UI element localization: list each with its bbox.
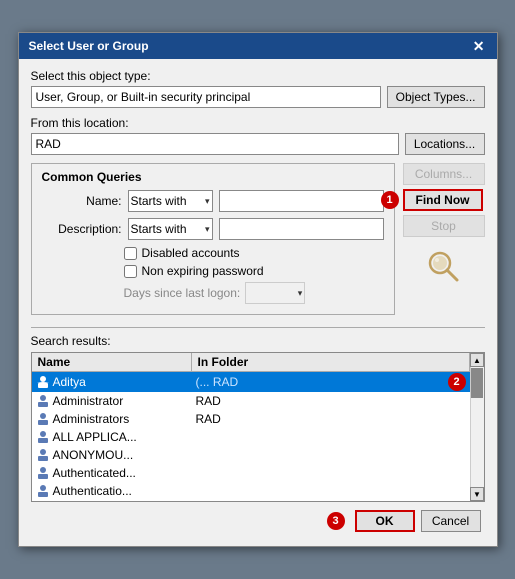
disabled-accounts-label: Disabled accounts	[142, 246, 240, 260]
desc-combo[interactable]: Starts with ▾	[128, 218, 213, 240]
non-expiring-checkbox[interactable]	[124, 265, 137, 278]
row-name: Administrators	[32, 411, 192, 427]
row-name: Authenticatio...	[32, 483, 192, 499]
object-type-label: Select this object type:	[31, 69, 485, 83]
row-name: Administrator	[32, 393, 192, 409]
days-label: Days since last logon:	[124, 286, 241, 300]
badge-3: 3	[327, 512, 345, 530]
row-name: ANONYMOU...	[32, 447, 192, 463]
user-icon	[36, 484, 50, 498]
search-icon-area	[403, 249, 485, 285]
stop-button[interactable]: Stop	[403, 215, 485, 237]
find-icon	[426, 249, 462, 285]
table-row[interactable]: Administrators RAD	[32, 410, 470, 428]
location-row: Locations...	[31, 133, 485, 155]
find-now-wrapper: 1 Find Now	[403, 189, 485, 211]
row-folder	[192, 472, 470, 474]
description-label: Description:	[42, 222, 122, 236]
user-icon	[36, 412, 50, 426]
results-inner: Name In Folder Aditya (... RAD 2	[32, 353, 470, 501]
object-type-row: Object Types...	[31, 86, 485, 108]
locations-button[interactable]: Locations...	[405, 133, 485, 155]
row-folder: RAD	[192, 393, 470, 409]
days-combo-arrow: ▾	[298, 288, 303, 299]
select-user-dialog: Select User or Group ✕ Select this objec…	[18, 32, 498, 547]
scroll-thumb[interactable]	[471, 368, 483, 398]
common-queries-group: Common Queries Name: Starts with ▾ Descr…	[31, 163, 395, 315]
find-now-button[interactable]: Find Now	[403, 189, 483, 211]
table-row[interactable]: ANONYMOU...	[32, 446, 470, 464]
row-folder: (... RAD	[192, 374, 444, 390]
non-expiring-label: Non expiring password	[142, 264, 264, 278]
row-name: Aditya	[32, 374, 192, 390]
title-bar: Select User or Group ✕	[19, 33, 497, 59]
results-table[interactable]: Name In Folder Aditya (... RAD 2	[31, 352, 485, 502]
name-input[interactable]	[219, 190, 384, 212]
non-expiring-row: Non expiring password	[124, 264, 384, 278]
results-header: Name In Folder	[32, 353, 470, 372]
row-folder	[192, 436, 470, 438]
location-input[interactable]	[31, 133, 399, 155]
scroll-down-button[interactable]: ▼	[470, 487, 484, 501]
table-row[interactable]: BATCH	[32, 500, 470, 501]
search-results-area: Search results: Name In Folder Aditya	[31, 327, 485, 502]
badge-1: 1	[381, 191, 399, 209]
table-row[interactable]: Aditya (... RAD 2	[32, 372, 470, 392]
columns-button[interactable]: Columns...	[403, 163, 485, 185]
col-name-header: Name	[32, 353, 192, 371]
row-name: ALL APPLICA...	[32, 429, 192, 445]
row-folder	[192, 490, 470, 492]
name-label: Name:	[42, 194, 122, 208]
row-folder	[192, 454, 470, 456]
days-row: Days since last logon: ▾	[124, 282, 384, 304]
dialog-title: Select User or Group	[29, 39, 149, 53]
search-results-label: Search results:	[31, 334, 485, 348]
object-type-input[interactable]	[31, 86, 381, 108]
description-input[interactable]	[219, 218, 384, 240]
bottom-buttons: 3 OK Cancel	[31, 502, 485, 536]
row-name: Authenticated...	[32, 465, 192, 481]
user-icon	[36, 394, 50, 408]
table-row[interactable]: Administrator RAD	[32, 392, 470, 410]
dialog-body: Select this object type: Object Types...…	[19, 59, 497, 546]
scroll-up-button[interactable]: ▲	[470, 353, 484, 367]
row-folder: RAD	[192, 411, 470, 427]
user-icon	[36, 375, 50, 389]
description-query-row: Description: Starts with ▾	[42, 218, 384, 240]
location-label: From this location:	[31, 116, 485, 130]
days-combo[interactable]: ▾	[245, 282, 305, 304]
badge-2: 2	[448, 373, 466, 391]
table-row[interactable]: Authenticated...	[32, 464, 470, 482]
table-row[interactable]: ALL APPLICA...	[32, 428, 470, 446]
name-query-row: Name: Starts with ▾	[42, 190, 384, 212]
disabled-accounts-row: Disabled accounts	[124, 246, 384, 260]
user-icon	[36, 466, 50, 480]
name-combo[interactable]: Starts with ▾	[128, 190, 213, 212]
name-combo-arrow: ▾	[205, 196, 210, 207]
cancel-button[interactable]: Cancel	[421, 510, 481, 532]
common-queries-title: Common Queries	[38, 170, 384, 184]
query-area: Common Queries Name: Starts with ▾ Descr…	[31, 163, 395, 323]
scrollbar[interactable]: ▲ ▼	[470, 353, 484, 501]
desc-combo-arrow: ▾	[205, 224, 210, 235]
table-row[interactable]: Authenticatio...	[32, 482, 470, 500]
right-buttons: Columns... 1 Find Now Stop	[403, 163, 485, 323]
close-button[interactable]: ✕	[471, 39, 487, 53]
disabled-accounts-checkbox[interactable]	[124, 247, 137, 260]
user-icon	[36, 448, 50, 462]
ok-button[interactable]: OK	[355, 510, 415, 532]
col-folder-header: In Folder	[192, 353, 470, 371]
object-types-button[interactable]: Object Types...	[387, 86, 485, 108]
content-area: Common Queries Name: Starts with ▾ Descr…	[31, 163, 485, 323]
user-icon	[36, 430, 50, 444]
